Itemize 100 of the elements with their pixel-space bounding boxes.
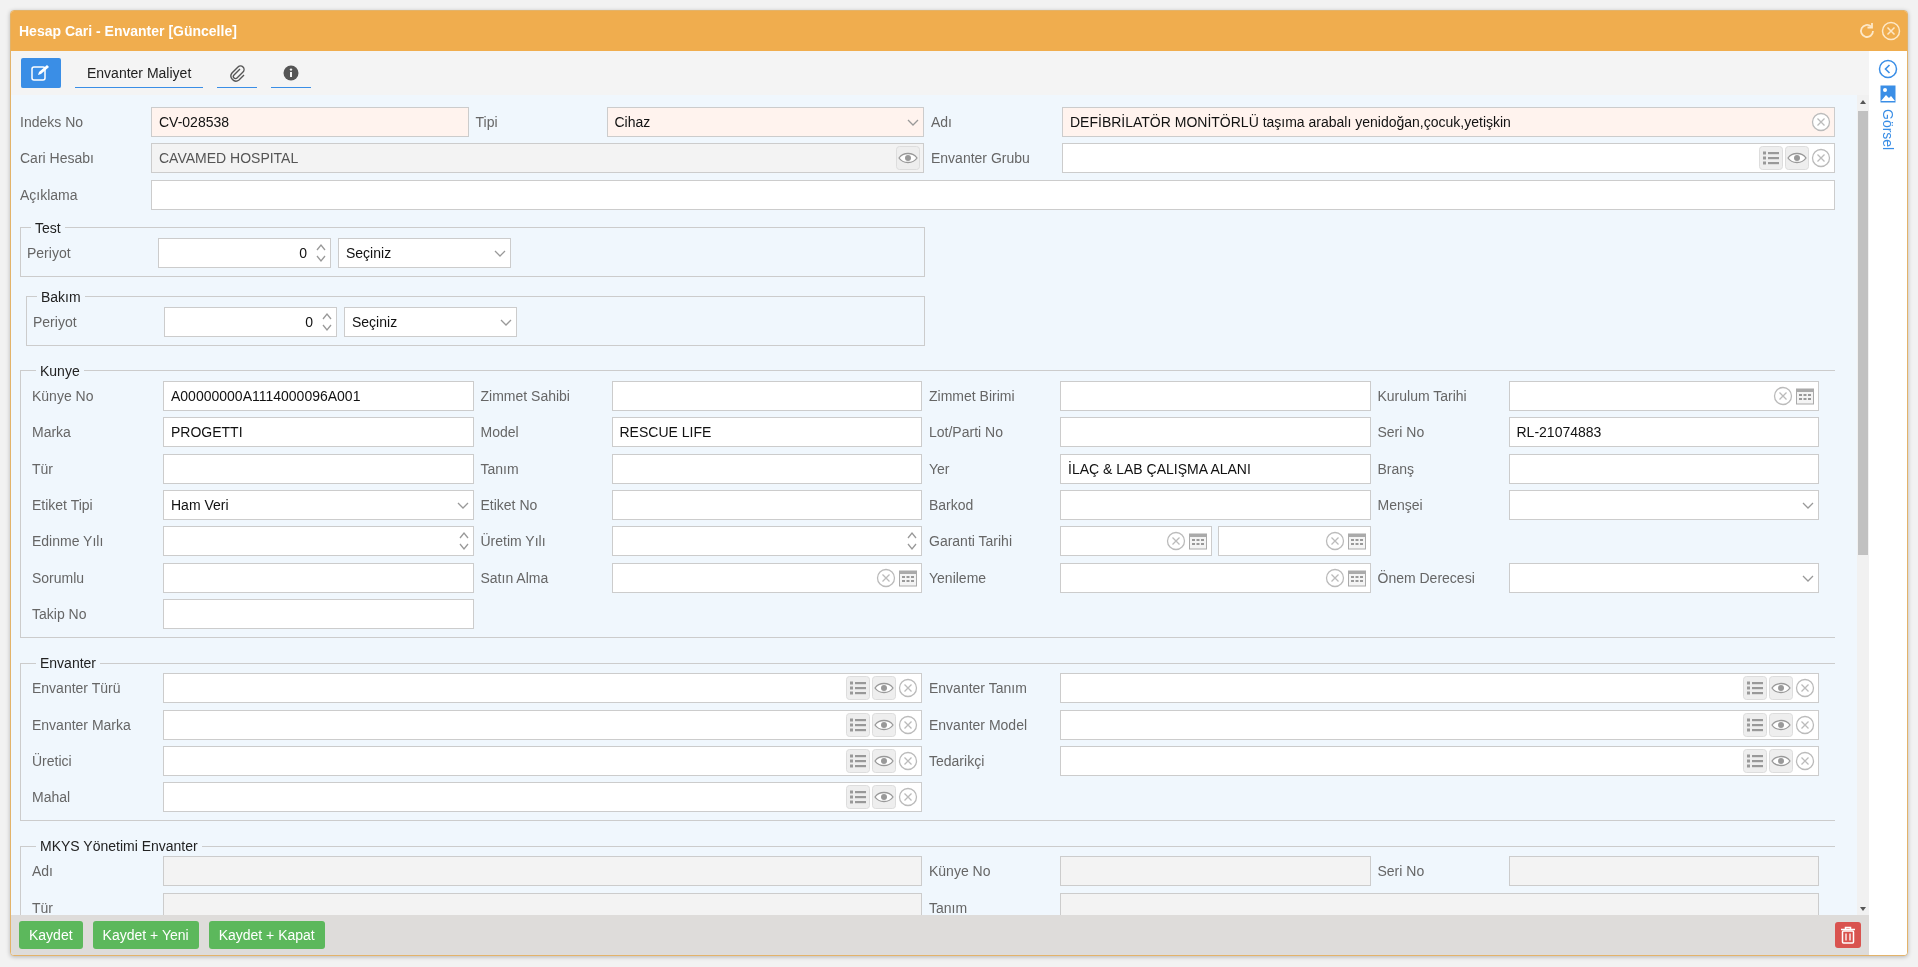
- field-label: Lot/Parti No: [929, 424, 1004, 441]
- tab[interactable]: Envanter Maliyet: [75, 58, 204, 88]
- dropdown-field[interactable]: Seçiniz: [338, 237, 511, 268]
- close-icon[interactable]: [1881, 21, 1901, 41]
- field-label: Etiket No: [480, 496, 539, 513]
- eye-icon[interactable]: [872, 676, 896, 701]
- text-field[interactable]: [1508, 453, 1819, 484]
- field-label: Etiket Tipi: [32, 496, 94, 513]
- eye-icon[interactable]: [872, 785, 896, 810]
- lookup-field[interactable]: [163, 782, 922, 813]
- dropdown-field[interactable]: Ham Veri: [163, 489, 474, 520]
- text-field[interactable]: PROGETTI: [163, 417, 474, 448]
- text-field[interactable]: [163, 562, 474, 593]
- list-icon[interactable]: [846, 676, 870, 701]
- number-field[interactable]: 0: [164, 306, 337, 337]
- refresh-icon[interactable]: [1857, 21, 1877, 41]
- field-label: Envanter Tanım: [929, 680, 1028, 697]
- dropdown-field[interactable]: [1508, 562, 1819, 593]
- text-field[interactable]: [611, 489, 922, 520]
- delete-button[interactable]: [1835, 922, 1861, 948]
- list-icon[interactable]: [1743, 748, 1767, 773]
- clear-icon[interactable]: [1324, 531, 1345, 552]
- text-field[interactable]: [611, 453, 922, 484]
- calendar-icon[interactable]: [1188, 531, 1209, 552]
- clear-icon[interactable]: [1324, 567, 1345, 588]
- dropdown-field[interactable]: [1508, 489, 1819, 520]
- eye-icon[interactable]: [1769, 676, 1793, 701]
- clear-icon[interactable]: [876, 567, 896, 588]
- dropdown-field[interactable]: Cihaz: [606, 107, 924, 137]
- date-field[interactable]: [1218, 526, 1371, 557]
- clear-icon[interactable]: [1773, 385, 1793, 406]
- clear-icon[interactable]: [898, 714, 918, 735]
- text-field[interactable]: [1060, 380, 1371, 411]
- eye-icon[interactable]: [1769, 748, 1793, 773]
- trash-icon: [1840, 926, 1856, 944]
- clear-icon[interactable]: [1166, 531, 1187, 552]
- list-icon[interactable]: [846, 712, 870, 737]
- group-legend: Test: [31, 219, 65, 236]
- calendar-icon[interactable]: [1795, 385, 1815, 406]
- clear-icon[interactable]: [898, 787, 918, 808]
- group-legend: MKYS Yönetimi Envanter: [36, 838, 202, 855]
- field-label: Branş: [1377, 460, 1416, 477]
- text-field[interactable]: [163, 599, 474, 630]
- field-label: Üretim Yılı: [480, 533, 547, 550]
- field-label: Künye No: [929, 863, 992, 880]
- text-field[interactable]: [163, 453, 474, 484]
- lookup-field[interactable]: [163, 745, 922, 776]
- list-icon[interactable]: [846, 785, 870, 810]
- edit-button[interactable]: [21, 58, 61, 88]
- date-field[interactable]: [611, 562, 922, 593]
- eye-icon[interactable]: [872, 748, 896, 773]
- chevron-left-icon[interactable]: [1878, 59, 1898, 79]
- field-label: Seri No: [1377, 424, 1426, 441]
- field-label: Adı: [32, 863, 54, 880]
- number-field[interactable]: [163, 526, 474, 557]
- number-field[interactable]: [611, 526, 922, 557]
- calendar-icon[interactable]: [898, 567, 918, 588]
- text-field[interactable]: [1060, 489, 1371, 520]
- image-icon[interactable]: [1880, 85, 1896, 103]
- text-field[interactable]: DEFİBRİLATÖR MONİTÖRLÜ taşıma arabalı yenidoğan,çocuk,yetişkin: [1062, 107, 1835, 137]
- text-field[interactable]: A00000000A1114000096A001: [163, 380, 474, 411]
- text-field[interactable]: CV-028538: [151, 107, 469, 137]
- text-field[interactable]: [611, 380, 922, 411]
- number-field[interactable]: 0: [158, 237, 331, 268]
- clear-icon[interactable]: [1795, 750, 1815, 771]
- date-field[interactable]: [1060, 562, 1371, 593]
- list-icon[interactable]: [846, 748, 870, 773]
- pencil-icon: [31, 63, 51, 82]
- clear-icon[interactable]: [1811, 112, 1831, 132]
- text-field[interactable]: RL-21074883: [1508, 417, 1819, 448]
- date-field[interactable]: [1508, 380, 1819, 411]
- lookup-field[interactable]: [163, 709, 922, 740]
- list-icon[interactable]: [1759, 146, 1783, 171]
- lookup-field[interactable]: [1060, 673, 1819, 704]
- lookup-field[interactable]: [1060, 745, 1819, 776]
- calendar-icon[interactable]: [1346, 531, 1367, 552]
- field-label: Üretici: [32, 752, 73, 769]
- text-field[interactable]: [1060, 417, 1371, 448]
- clear-icon[interactable]: [898, 750, 918, 771]
- clear-icon[interactable]: [1795, 714, 1815, 735]
- text-field[interactable]: İLAÇ & LAB ÇALIŞMA ALANI: [1060, 453, 1371, 484]
- field-label: Periyot: [33, 313, 78, 330]
- clear-icon[interactable]: [1811, 148, 1831, 169]
- clear-icon[interactable]: [898, 678, 918, 699]
- eye-icon[interactable]: [1785, 146, 1809, 171]
- lookup-field[interactable]: [163, 673, 922, 704]
- clear-icon[interactable]: [1795, 678, 1815, 699]
- lookup-field[interactable]: [1062, 143, 1835, 174]
- list-icon[interactable]: [1743, 712, 1767, 737]
- field-label: Tanım: [480, 460, 520, 477]
- text-field[interactable]: [151, 179, 1835, 210]
- list-icon[interactable]: [1743, 676, 1767, 701]
- calendar-icon[interactable]: [1346, 567, 1367, 588]
- eye-icon[interactable]: [872, 712, 896, 737]
- info-icon: [283, 64, 300, 81]
- dropdown-field[interactable]: Seçiniz: [344, 306, 517, 337]
- text-field[interactable]: RESCUE LIFE: [611, 417, 922, 448]
- eye-icon[interactable]: [1769, 712, 1793, 737]
- date-field[interactable]: [1060, 526, 1213, 557]
- lookup-field[interactable]: [1060, 709, 1819, 740]
